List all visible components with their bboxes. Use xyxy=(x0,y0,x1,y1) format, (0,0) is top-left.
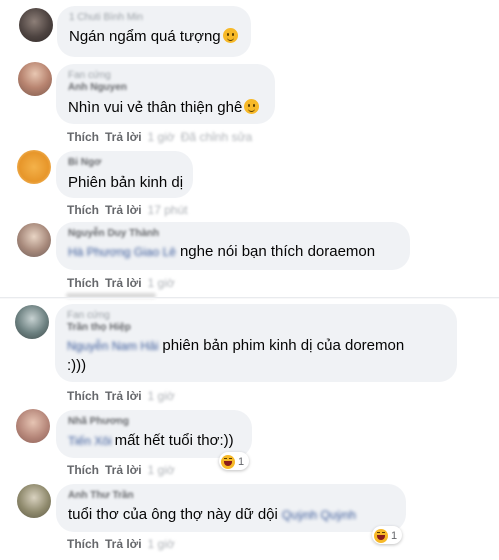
reply-button[interactable]: Trả lời xyxy=(105,463,142,477)
like-button[interactable]: Thích xyxy=(67,276,99,290)
fan-badge: Fan cứng xyxy=(68,70,111,81)
comment-text: nghe nói bạn thích doraemon xyxy=(179,243,376,260)
avatar[interactable] xyxy=(15,305,49,339)
commenter-name[interactable]: Trần thọ Hiệp xyxy=(67,322,445,334)
upside-down-face-emoji-icon xyxy=(222,28,238,43)
comment-actions: Thích Trả lời 1 giờ xyxy=(67,389,181,403)
avatar[interactable] xyxy=(17,223,51,257)
comment-bubble: Anh Thư Trần tuổi thơ của ông thợ này dữ… xyxy=(56,484,406,532)
tagged-user-link[interactable]: Nguyễn Nam Hải xyxy=(67,336,158,356)
tagged-user-link[interactable]: Hà Phương Giao Lê xyxy=(68,242,176,262)
like-button[interactable]: Thích xyxy=(67,537,99,551)
reaction-summary[interactable]: 1 xyxy=(372,526,403,544)
reaction-summary[interactable]: 1 xyxy=(219,452,250,470)
edited-label[interactable]: Đã chỉnh sửa xyxy=(181,130,252,144)
comment-text: tuổi thơ của ông thợ này dữ dội xyxy=(68,506,278,523)
comment-time[interactable]: 1 giờ xyxy=(148,537,175,551)
commenter-name[interactable]: Anh Thư Trần xyxy=(68,490,394,502)
comment-text: phiên bản phim kinh dị của doremon xyxy=(162,337,405,354)
comment-time[interactable]: 1 giờ xyxy=(148,389,175,403)
comment-bubble: 1 Chuti Bình Min Ngán ngẩm quá tượng xyxy=(57,6,251,57)
like-button[interactable]: Thích xyxy=(67,463,99,477)
like-button[interactable]: Thích xyxy=(67,130,99,144)
commenter-name[interactable]: 1 Chuti Bình Min xyxy=(69,12,239,24)
avatar[interactable] xyxy=(17,484,51,518)
comment-time[interactable]: 1 giờ xyxy=(148,463,175,477)
avatar[interactable] xyxy=(19,8,53,42)
comment-bubble: Nhã Phương Tiến Xôi mất hết tuổi thơ:)) xyxy=(56,410,252,458)
reply-button[interactable]: Trả lời xyxy=(105,537,142,551)
comment-text-line2: :))) xyxy=(67,357,87,374)
commenter-name[interactable]: Nguyễn Duy Thành xyxy=(68,228,398,240)
comment-strip-top: 1 Chuti Bình Min Ngán ngẩm quá tượng xyxy=(0,0,499,64)
comment-text: Nhìn vui vẻ thân thiện ghê xyxy=(68,99,243,116)
comment-actions: Thích Trả lời 1 giờ xyxy=(67,276,181,290)
avatar[interactable] xyxy=(17,150,51,184)
haha-reaction-icon xyxy=(374,528,388,543)
like-button[interactable]: Thích xyxy=(67,389,99,403)
comment-text: Ngán ngẩm quá tượng xyxy=(69,28,221,45)
avatar[interactable] xyxy=(16,409,50,443)
comment-time[interactable]: 17 phút xyxy=(148,203,188,217)
comment-text: mất hết tuổi thơ:)) xyxy=(114,432,234,449)
commenter-name[interactable]: Bi Ngơ xyxy=(68,157,181,169)
comment-time[interactable]: 1 giờ xyxy=(148,130,175,144)
comment-actions: Thích Trả lời 17 phút xyxy=(67,203,194,217)
comment-actions: Thích Trả lời 1 giờ xyxy=(67,537,181,551)
section-divider xyxy=(0,297,499,299)
commenter-name[interactable]: Anh Nguyen xyxy=(68,82,263,94)
reaction-count: 1 xyxy=(238,455,245,468)
comment-bubble: Fan cứng Anh Nguyen Nhìn vui vẻ thân thi… xyxy=(56,64,275,124)
reply-button[interactable]: Trả lời xyxy=(105,276,142,290)
comment-time[interactable]: 1 giờ xyxy=(148,276,175,290)
upside-down-face-emoji-icon xyxy=(244,99,260,114)
haha-reaction-icon xyxy=(221,454,235,469)
avatar[interactable] xyxy=(18,62,52,96)
comment-bubble: Bi Ngơ Phiên bản kinh dị xyxy=(56,151,193,198)
comment-actions: Thích Trả lời 1 giờ Đã chỉnh sửa xyxy=(67,130,258,144)
reaction-count: 1 xyxy=(391,529,398,542)
like-button[interactable]: Thích xyxy=(67,203,99,217)
fan-badge: Fan cứng xyxy=(67,310,110,321)
comment-bubble: Fan cứng Trần thọ Hiệp Nguyễn Nam Hải phi… xyxy=(55,304,457,382)
reply-button[interactable]: Trả lời xyxy=(105,130,142,144)
reply-button[interactable]: Trả lời xyxy=(105,389,142,403)
reply-button[interactable]: Trả lời xyxy=(105,203,142,217)
comment-actions: Thích Trả lời 1 giờ xyxy=(67,463,181,477)
tagged-user-link[interactable]: Tiến Xôi xyxy=(68,431,112,451)
commenter-name[interactable]: Nhã Phương xyxy=(68,416,240,428)
tagged-user-link[interactable]: Quỳnh Quỳnh xyxy=(282,505,356,525)
comment-bubble: Nguyễn Duy Thành Hà Phương Giao Lê nghe n… xyxy=(56,222,410,270)
comment-text: Phiên bản kinh dị xyxy=(68,174,184,191)
